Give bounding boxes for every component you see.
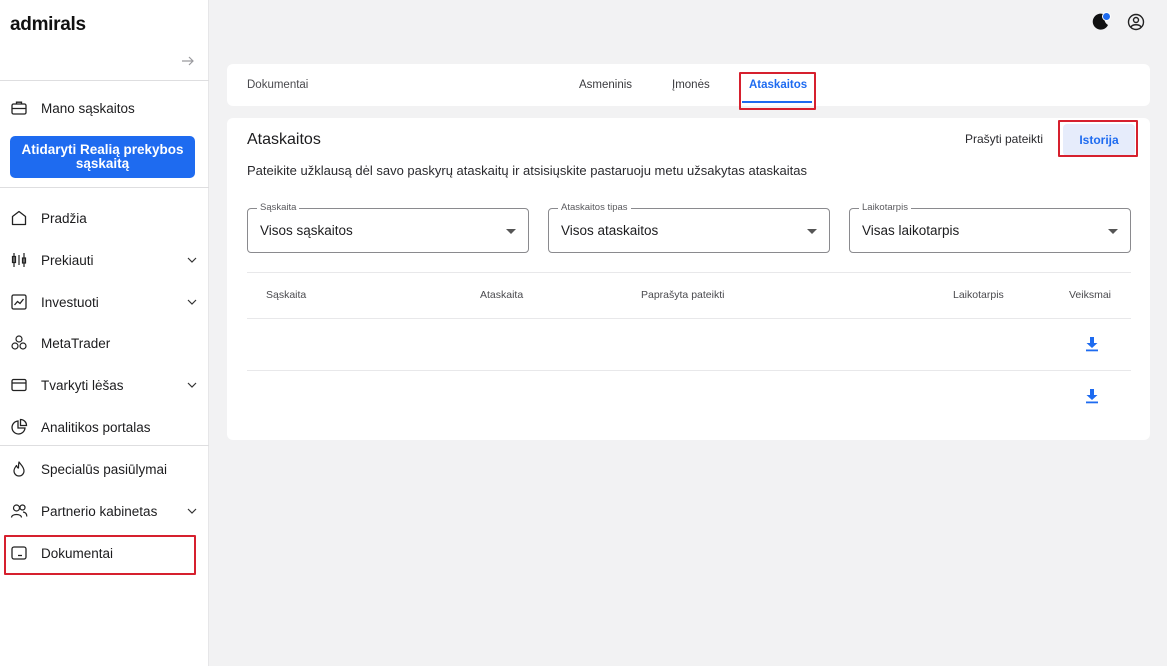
sidebar-item-trade[interactable]: Prekiauti xyxy=(10,245,200,275)
candlestick-icon xyxy=(10,251,28,269)
chevron-down-icon[interactable] xyxy=(186,296,198,308)
column-header-actions: Veiksmai xyxy=(1069,289,1112,301)
home-icon xyxy=(10,209,28,227)
tab-reports[interactable]: Ataskaitos xyxy=(749,79,807,91)
column-header-period: Laikotarpis xyxy=(953,289,1004,301)
user-profile-icon[interactable] xyxy=(1126,12,1146,32)
sidebar-item-label: Prekiauti xyxy=(41,252,94,268)
chevron-down-icon[interactable] xyxy=(186,505,198,517)
account-select[interactable]: Sąskaita Visos sąskaitos xyxy=(247,202,529,253)
reports-card: Ataskaitos Prašyti pateikti Istorija Pat… xyxy=(227,118,1150,440)
download-icon[interactable] xyxy=(1085,336,1099,352)
column-header-requested: Paprašyta pateikti xyxy=(641,289,725,301)
sidebar-item-invest[interactable]: Investuoti xyxy=(10,287,200,317)
report-type-select-label: Ataskaitos tipas xyxy=(558,202,631,213)
table-divider xyxy=(247,370,1131,371)
report-type-select[interactable]: Ataskaitos tipas Visos ataskaitos xyxy=(548,202,830,253)
sidebar-item-offers[interactable]: Specialūs pasiūlymai xyxy=(10,454,200,484)
sidebar-item-label: Dokumentai xyxy=(41,545,114,561)
sidebar-item-accounts[interactable]: Mano sąskaitos xyxy=(10,93,200,123)
column-header-account: Sąskaita xyxy=(266,289,307,301)
divider xyxy=(0,445,209,446)
briefcase-icon xyxy=(10,99,28,117)
caret-down-icon xyxy=(1108,229,1118,234)
account-select-label: Sąskaita xyxy=(257,202,300,213)
pie-chart-icon xyxy=(10,418,28,436)
sidebar-item-home[interactable]: Pradžia xyxy=(10,203,200,233)
folder-icon xyxy=(10,544,28,562)
sidebar-item-label: Partnerio kabinetas xyxy=(41,503,158,519)
tab-personal[interactable]: Asmeninis xyxy=(579,79,632,91)
caret-down-icon xyxy=(807,229,817,234)
table-divider xyxy=(247,272,1131,273)
flame-icon xyxy=(10,460,28,478)
sidebar-item-label: Specialūs pasiūlymai xyxy=(41,461,168,477)
period-select-label: Laikotarpis xyxy=(859,202,911,213)
period-select-value: Visas laikotarpis xyxy=(862,223,960,238)
download-icon[interactable] xyxy=(1085,388,1099,404)
report-type-select-value: Visos ataskaitos xyxy=(561,223,659,238)
page-description: Pateikite užklausą dėl savo paskyrų atas… xyxy=(247,163,807,178)
sidebar-item-label: Tvarkyti lėšas xyxy=(41,377,124,393)
metatrader-icon xyxy=(10,334,28,352)
chevron-down-icon[interactable] xyxy=(186,379,198,391)
divider xyxy=(0,187,209,188)
account-select-value: Visos sąskaitos xyxy=(260,223,353,238)
theme-toggle-icon[interactable] xyxy=(1091,12,1111,32)
wallet-icon xyxy=(10,376,28,394)
active-tab-indicator xyxy=(742,101,812,103)
sidebar-item-funds[interactable]: Tvarkyti lėšas xyxy=(10,370,200,400)
sidebar-item-label: Analitikos portalas xyxy=(41,419,151,435)
sidebar-item-analytics[interactable]: Analitikos portalas xyxy=(10,412,200,442)
sidebar-item-label: MetaTrader xyxy=(41,335,111,351)
partners-icon xyxy=(10,502,28,520)
documents-tabs-bar: Dokumentai Asmeninis Įmonės Ataskaitos xyxy=(227,64,1150,106)
chevron-down-icon[interactable] xyxy=(186,254,198,266)
request-report-button[interactable]: Prašyti pateikti xyxy=(965,132,1043,146)
arrow-right-icon[interactable] xyxy=(180,53,196,69)
caret-down-icon xyxy=(506,229,516,234)
column-header-report: Ataskaita xyxy=(480,289,524,301)
tabs-section-title: Dokumentai xyxy=(247,79,309,91)
page-title: Ataskaitos xyxy=(247,131,321,148)
sidebar-item-metatrader[interactable]: MetaTrader xyxy=(10,328,200,358)
sidebar: admirals Mano sąskaitos Atidaryti Realią… xyxy=(0,0,209,666)
sidebar-item-partners[interactable]: Partnerio kabinetas xyxy=(10,496,200,526)
divider xyxy=(0,80,209,81)
sidebar-item-label: Pradžia xyxy=(41,210,87,226)
sidebar-item-label: Mano sąskaitos xyxy=(41,100,135,116)
sidebar-item-label: Investuoti xyxy=(41,294,99,310)
brand-logo[interactable]: admirals xyxy=(10,14,86,36)
history-button[interactable]: Istorija xyxy=(1063,124,1135,156)
table-divider xyxy=(247,318,1131,319)
period-select[interactable]: Laikotarpis Visas laikotarpis xyxy=(849,202,1131,253)
tab-company[interactable]: Įmonės xyxy=(672,79,710,91)
sidebar-item-documents[interactable]: Dokumentai xyxy=(10,538,200,568)
chart-line-icon xyxy=(10,293,28,311)
open-real-account-button[interactable]: Atidaryti Realią prekybos sąskaitą xyxy=(10,136,195,178)
